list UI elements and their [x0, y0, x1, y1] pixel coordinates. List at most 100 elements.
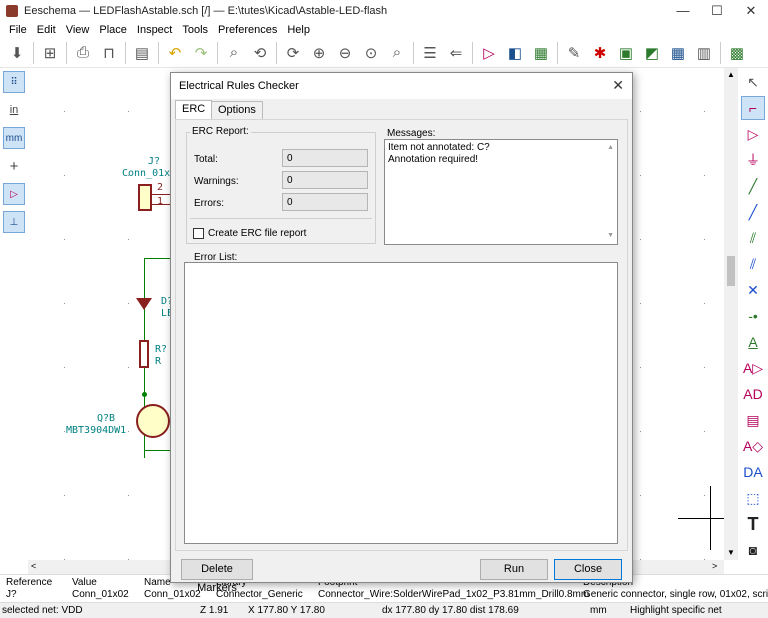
create-erc-report-checkbox[interactable]	[193, 228, 204, 239]
run-button[interactable]: Run	[480, 559, 548, 580]
bus-entry-icon[interactable]: ⫽	[741, 252, 765, 276]
name-value: Conn_01x02	[144, 589, 201, 600]
assign-footprints-icon[interactable]: ▣	[614, 41, 638, 65]
place-symbol-icon[interactable]: ▷	[741, 122, 765, 146]
eeschema-app-icon	[6, 5, 18, 17]
scroll-up-icon[interactable]: ▲	[727, 70, 735, 79]
grid-dot	[128, 367, 129, 368]
grid-dot	[640, 495, 641, 496]
plot-icon[interactable]: ⊓	[97, 41, 121, 65]
connector-reference: J?	[148, 156, 161, 167]
zoom-selection-icon[interactable]: ⌕	[385, 41, 409, 65]
image-icon[interactable]: ◙	[741, 538, 765, 562]
description-value: Generic connector, single row, 01x02, sc…	[583, 589, 768, 600]
tab-options[interactable]: Options	[211, 101, 263, 119]
wire[interactable]	[144, 258, 170, 259]
no-connect-icon[interactable]: ✕	[741, 278, 765, 302]
page-settings-icon[interactable]: ⊞	[38, 41, 62, 65]
mm-units-button[interactable]: mm	[3, 127, 25, 149]
highlight-net-icon[interactable]: ⌐	[741, 96, 765, 120]
transistor-symbol[interactable]	[136, 404, 170, 438]
find-icon[interactable]: ⌕	[222, 41, 246, 65]
wire-entry-icon[interactable]: ⫽	[741, 226, 765, 250]
place-wire-icon[interactable]: ╱	[741, 174, 765, 198]
maximize-button[interactable]: ☐	[700, 0, 734, 22]
symbol-browser-icon[interactable]: ◧	[503, 41, 527, 65]
cursor-shape-button[interactable]: +	[3, 155, 25, 177]
symbol-editor-icon[interactable]: ▷	[477, 41, 501, 65]
print-icon[interactable]: ⎙	[71, 41, 95, 65]
pin-line	[152, 194, 170, 195]
vertical-scroll-thumb[interactable]	[727, 256, 735, 286]
messages-label: Messages:	[387, 128, 436, 139]
scroll-right-icon[interactable]: >	[712, 561, 717, 571]
menu-preferences[interactable]: Preferences	[213, 24, 282, 36]
save-icon[interactable]: ⬇	[5, 41, 29, 65]
create-erc-report-label: Create ERC file report	[208, 228, 307, 239]
pcbnew-icon[interactable]: ▩	[725, 41, 749, 65]
hier-sheet-icon[interactable]: ▤	[741, 408, 765, 432]
menu-tools[interactable]: Tools	[177, 24, 213, 36]
vertical-scrollbar[interactable]: ▲ ▼	[724, 68, 738, 560]
scroll-down-icon[interactable]: ▼	[727, 548, 735, 557]
erc-icon[interactable]: ✱	[588, 41, 612, 65]
toolbar-separator	[66, 41, 67, 64]
wire-bus-mode-button[interactable]: ⊥	[3, 211, 25, 233]
text-icon[interactable]: T	[741, 512, 765, 536]
connector-symbol[interactable]	[138, 184, 152, 211]
global-label-icon[interactable]: A▷	[741, 356, 765, 380]
error-list-box[interactable]	[184, 262, 618, 544]
menu-view[interactable]: View	[61, 24, 95, 36]
paste-icon[interactable]: ▤	[130, 41, 154, 65]
bom-export-icon[interactable]: ▥	[692, 41, 716, 65]
find-replace-icon[interactable]: ⟲	[248, 41, 272, 65]
messages-textbox[interactable]: Item not annotated: C? Annotation requir…	[384, 139, 618, 245]
zoom-in-icon[interactable]: ⊕	[307, 41, 331, 65]
junction-icon[interactable]: -•	[741, 304, 765, 328]
place-power-icon[interactable]: ⏚	[741, 148, 765, 172]
net-label-icon[interactable]: A	[741, 330, 765, 354]
select-arrow-icon[interactable]: ↖	[741, 70, 765, 94]
menu-help[interactable]: Help	[282, 24, 315, 36]
place-bus-icon[interactable]: ╱	[741, 200, 765, 224]
leave-sheet-icon[interactable]: ⇐	[444, 41, 468, 65]
wire[interactable]	[144, 450, 170, 451]
delete-markers-button[interactable]: Delete Markers	[181, 559, 253, 594]
menu-file[interactable]: File	[4, 24, 32, 36]
footprint-value: Connector_Wire:SolderWirePad_1x02_P3.81m…	[318, 589, 590, 600]
grid-toggle-button[interactable]: ⠿	[3, 71, 25, 93]
graphic-lines-icon[interactable]: ⬚	[741, 486, 765, 510]
menu-place[interactable]: Place	[94, 24, 132, 36]
menu-edit[interactable]: Edit	[32, 24, 61, 36]
redraw-icon[interactable]: ⟳	[281, 41, 305, 65]
redo-icon[interactable]: ↷	[189, 41, 213, 65]
annotate-icon[interactable]: ✎	[562, 41, 586, 65]
undo-icon[interactable]: ↶	[163, 41, 187, 65]
footprint-editor-icon[interactable]: ▦	[529, 41, 553, 65]
tab-erc[interactable]: ERC	[175, 100, 213, 120]
window-close-button[interactable]: ✕	[734, 0, 768, 22]
bom-icon[interactable]: ▦	[666, 41, 690, 65]
grid-dot	[64, 175, 65, 176]
minimize-button[interactable]: —	[666, 0, 700, 22]
status-tool-mode: Highlight specific net	[630, 605, 722, 616]
scroll-down-icon[interactable]: ▼	[607, 230, 614, 242]
zoom-fit-icon[interactable]: ⊙	[359, 41, 383, 65]
led-symbol[interactable]	[136, 298, 152, 310]
zoom-out-icon[interactable]: ⊖	[333, 41, 357, 65]
menu-inspect[interactable]: Inspect	[132, 24, 177, 36]
inch-units-button[interactable]: in	[3, 99, 25, 121]
netlist-icon[interactable]: ◩	[640, 41, 664, 65]
sheet-pin-icon[interactable]: A◇	[741, 434, 765, 458]
hierarchy-navigator-icon[interactable]: ☰	[418, 41, 442, 65]
dialog-close-icon[interactable]: ✕	[612, 77, 624, 94]
grid-dot	[704, 239, 705, 240]
hier-label-icon[interactable]: AD	[741, 382, 765, 406]
close-button[interactable]: Close	[554, 559, 622, 580]
scroll-up-icon[interactable]: ▲	[607, 142, 614, 154]
scroll-left-icon[interactable]: <	[31, 561, 36, 571]
hidden-pins-button[interactable]: ▷	[3, 183, 25, 205]
grid-dot	[704, 431, 705, 432]
resistor-symbol[interactable]	[139, 340, 149, 368]
import-sheet-pin-icon[interactable]: DA	[741, 460, 765, 484]
